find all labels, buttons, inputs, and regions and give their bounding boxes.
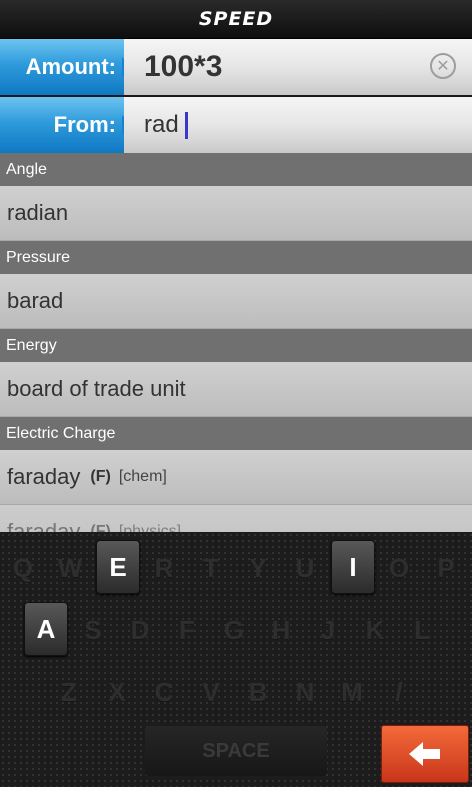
key-d[interactable]: D xyxy=(119,604,161,656)
results-list[interactable]: Angle radian Pressure barad Energy board… xyxy=(0,153,472,532)
on-screen-keyboard: Q W E R T Y U I O P A S D F G H J K L Z … xyxy=(0,532,472,787)
backspace-arrow-icon xyxy=(409,742,440,766)
key-p[interactable]: P xyxy=(425,542,467,594)
key-h[interactable]: H xyxy=(260,604,302,656)
section-header: Electric Charge xyxy=(0,417,472,450)
key-i[interactable]: I xyxy=(331,540,375,594)
app-title: SPEED xyxy=(198,8,274,30)
key-m[interactable]: M xyxy=(331,666,373,718)
key-t[interactable]: T xyxy=(190,542,232,594)
amount-input[interactable]: 100*3 xyxy=(124,39,472,95)
key-g[interactable]: G xyxy=(213,604,255,656)
unit-name: faraday xyxy=(7,519,81,532)
key-l[interactable]: L xyxy=(401,604,443,656)
key-z[interactable]: Z xyxy=(48,666,90,718)
section-header: Angle xyxy=(0,153,472,186)
from-value: rad xyxy=(144,111,179,138)
list-item[interactable]: board of trade unit xyxy=(0,362,472,417)
key-slash[interactable]: / xyxy=(378,666,420,718)
key-o[interactable]: O xyxy=(378,542,420,594)
list-item[interactable]: radian xyxy=(0,186,472,241)
list-item[interactable]: faraday (F) [physics] xyxy=(0,505,472,532)
key-a[interactable]: A xyxy=(24,602,68,656)
key-y[interactable]: Y xyxy=(237,542,279,594)
from-input[interactable]: rad xyxy=(124,97,472,153)
amount-value: 100*3 xyxy=(144,50,223,83)
unit-name: board of trade unit xyxy=(7,376,186,401)
amount-row: Amount: 100*3 ✕ xyxy=(0,39,472,95)
key-k[interactable]: K xyxy=(354,604,396,656)
amount-label: Amount: xyxy=(0,39,124,95)
key-j[interactable]: J xyxy=(307,604,349,656)
clear-icon[interactable]: ✕ xyxy=(430,53,456,79)
key-c[interactable]: C xyxy=(143,666,185,718)
key-b[interactable]: B xyxy=(237,666,279,718)
from-row: From: rad xyxy=(0,97,472,153)
key-f[interactable]: F xyxy=(166,604,208,656)
key-v[interactable]: V xyxy=(190,666,232,718)
unit-context: [physics] xyxy=(118,523,182,532)
title-bar: SPEED xyxy=(0,0,472,39)
key-w[interactable]: W xyxy=(49,542,91,594)
unit-name: radian xyxy=(7,200,69,225)
backspace-button[interactable] xyxy=(381,725,469,783)
unit-context: [chem] xyxy=(118,468,167,485)
unit-symbol: (F) xyxy=(90,468,111,485)
space-key[interactable]: SPACE xyxy=(145,726,327,776)
list-item[interactable]: faraday (F) [chem] xyxy=(0,450,472,505)
unit-symbol: (F) xyxy=(90,523,111,532)
unit-name: faraday xyxy=(7,464,81,489)
key-n[interactable]: N xyxy=(284,666,326,718)
section-header: Pressure xyxy=(0,241,472,274)
key-r[interactable]: R xyxy=(143,542,185,594)
key-s[interactable]: S xyxy=(72,604,114,656)
key-x[interactable]: X xyxy=(96,666,138,718)
text-caret xyxy=(184,111,188,139)
unit-name: barad xyxy=(7,288,64,313)
list-item[interactable]: barad xyxy=(0,274,472,329)
section-header: Energy xyxy=(0,329,472,362)
key-q[interactable]: Q xyxy=(2,542,44,594)
key-e[interactable]: E xyxy=(96,540,140,594)
key-u[interactable]: U xyxy=(284,542,326,594)
from-label: From: xyxy=(0,97,124,153)
